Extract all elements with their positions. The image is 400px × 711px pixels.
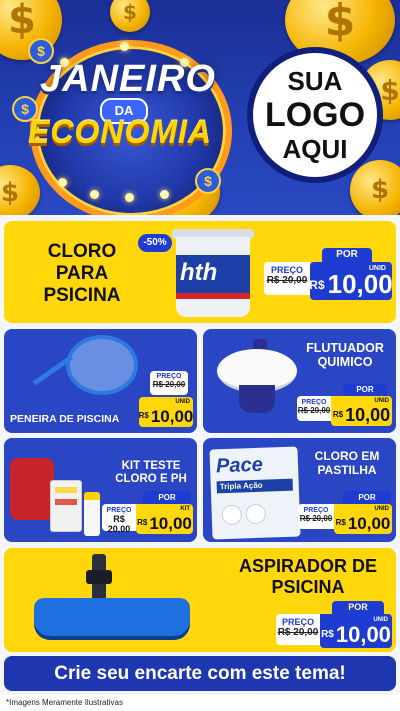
product-name: PENEIRA DE PISCINA [10, 413, 120, 425]
footnote: *Imagens Meramente Ilustrativas [0, 695, 400, 711]
preco-label: PREÇO [303, 507, 329, 514]
coin-icon: $ [350, 160, 400, 215]
price-box: R$ 10,00 UNID [309, 262, 393, 300]
unit-label: KIT [180, 506, 190, 512]
hero-banner: $ $ $ $ $ $ $ $ $ $ JANEIRO DA ECONOMIA … [0, 0, 400, 215]
product-name: ASPIRADOR DE PSICINA [238, 556, 377, 597]
old-price-tag: PREÇO R$ 20,00 [150, 371, 188, 395]
por-label: POR [143, 491, 191, 504]
coin-icon: $ [110, 0, 150, 32]
logo-text-1: SUA [287, 66, 343, 96]
por-label: POR [332, 601, 384, 614]
old-price-tag: PREÇO R$ 20,00 [297, 396, 331, 421]
vacuum-head-image [26, 550, 196, 648]
bucket-brand: hth [180, 259, 218, 286]
light-bulb-icon [160, 190, 169, 199]
price-value: 10,00 [327, 269, 393, 299]
price-box: R$ 10,00 UNID [139, 397, 193, 427]
price-box: R$ 10,00 UNID [320, 614, 392, 648]
pack-brand: Pace [215, 453, 264, 478]
preco-label: PREÇO [106, 507, 132, 514]
product-card-kit-teste: KIT TESTE CLORO E PH POR PREÇO R$ 20,00 … [4, 438, 197, 542]
headline-economia: ECONOMIA [28, 114, 212, 150]
product-name: KIT TESTE CLORO E PH [115, 460, 187, 486]
unit-label: UNID [373, 617, 388, 623]
cta-banner[interactable]: Crie seu encarte com este tema! [4, 656, 396, 691]
price-value: 10,00 [149, 514, 192, 533]
pack-line: Tripla Ação [216, 478, 293, 494]
light-bulb-icon [58, 178, 67, 187]
floater-image [215, 339, 299, 427]
product-name: CLORO PARA PSICINA [43, 241, 121, 306]
old-price: R$ 20,00 [152, 380, 186, 389]
product-card-peneira: PENEIRA DE PISCINA PREÇO R$ 20,00 R$ 10,… [4, 329, 197, 433]
preco-label: PREÇO [156, 373, 182, 380]
old-price-tag: PREÇO R$ 20,00 [276, 614, 320, 645]
unit-label: UNID [374, 398, 389, 404]
discount-badge: -50% [138, 234, 172, 252]
light-bulb-icon [90, 190, 99, 199]
dollar-badge-icon: $ [195, 168, 221, 194]
net-image [26, 335, 138, 405]
currency: R$ [138, 411, 149, 420]
unit-label: UNID [368, 265, 386, 272]
bucket-image: hth [166, 225, 266, 320]
old-price-tag: PREÇO R$ 20,00 [298, 504, 334, 529]
price-value: 10,00 [345, 405, 391, 425]
test-kit-image [8, 452, 104, 538]
por-label: POR [343, 491, 391, 504]
price-box: R$ 10,00 UNID [334, 504, 392, 534]
unit-label: UNID [175, 399, 190, 405]
price-box: R$ 10,00 KIT [136, 504, 193, 534]
headline-janeiro: JANEIRO [40, 58, 216, 100]
currency: R$ [309, 278, 325, 292]
product-card-cloro: CLORO PARA PSICINA hth -50% POR PREÇO R$… [4, 221, 396, 323]
currency: R$ [321, 629, 334, 640]
old-price: R$ 20,00 [299, 514, 333, 523]
price-value: 10,00 [347, 514, 391, 533]
product-name: CLORO EM PASTILHA [314, 449, 380, 477]
logo-text-2: LOGO [264, 96, 366, 134]
old-price: R$ 20,00 [297, 406, 331, 415]
por-label: POR [343, 384, 387, 396]
por-label: POR [322, 248, 372, 262]
product-name: FLUTUADOR QUIMICO [306, 341, 384, 370]
currency: R$ [137, 518, 148, 527]
preco-label: PREÇO [301, 399, 327, 406]
coin-icon: $ [0, 165, 40, 215]
logo-placeholder: SUA LOGO AQUI [247, 47, 383, 183]
light-bulb-icon [120, 42, 129, 51]
old-price: R$ 20,00 [107, 514, 131, 534]
currency: R$ [335, 518, 346, 527]
price-value: 10,00 [150, 407, 194, 426]
product-card-flutuador: FLUTUADOR QUIMICO POR PREÇO R$ 20,00 R$ … [203, 329, 396, 433]
unit-label: UNID [374, 506, 389, 512]
product-card-cloro-pastilha: Pace Tripla Ação CLORO EM PASTILHA POR P… [203, 438, 396, 542]
old-price: R$ 20,00 [277, 627, 319, 638]
pace-pack-image: Pace Tripla Ação [209, 446, 301, 540]
old-price: R$ 20,00 [266, 275, 308, 286]
price-box: R$ 10,00 UNID [331, 396, 392, 426]
product-card-aspirador: ASPIRADOR DE PSICINA POR PREÇO R$ 20,00 … [4, 548, 396, 652]
preco-label: PREÇO [270, 265, 303, 275]
old-price-tag: PREÇO R$ 20,00 [264, 262, 310, 295]
price-value: 10,00 [335, 622, 391, 647]
logo-text-3: AQUI [282, 134, 348, 164]
light-bulb-icon [125, 193, 134, 202]
preco-label: PREÇO [281, 617, 314, 627]
currency: R$ [332, 410, 344, 419]
old-price-tag: PREÇO R$ 20,00 [102, 504, 136, 534]
